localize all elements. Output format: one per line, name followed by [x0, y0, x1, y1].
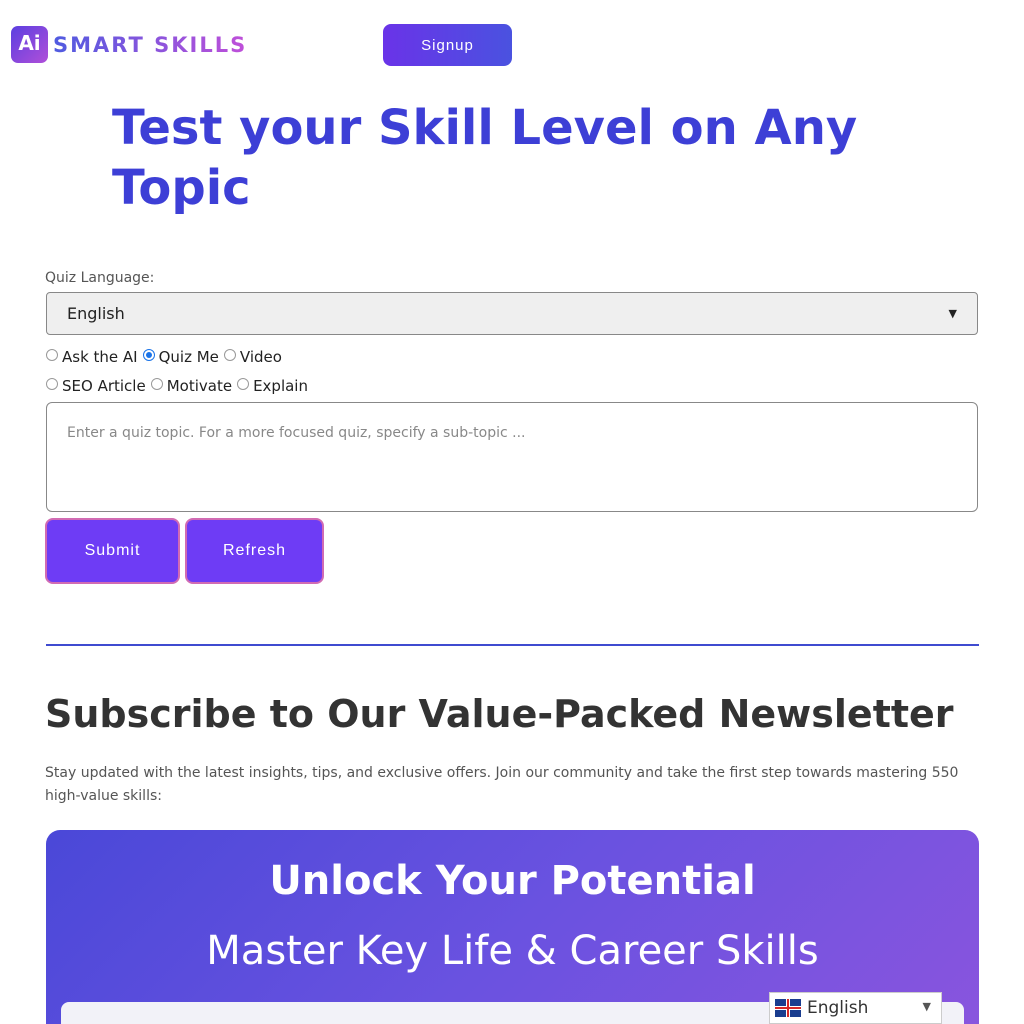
- mode-option-explain[interactable]: Explain: [237, 377, 308, 395]
- mode-label: Motivate: [166, 377, 233, 395]
- mode-option-video[interactable]: Video: [223, 348, 282, 366]
- signup-button[interactable]: Signup: [383, 24, 512, 66]
- quiz-language-value: English: [67, 304, 125, 323]
- site-logo[interactable]: Ai SMART SKILLS: [11, 26, 247, 63]
- chevron-down-icon: ▼: [922, 1000, 931, 1013]
- submit-button[interactable]: Submit: [45, 518, 180, 584]
- radio-button[interactable]: [46, 378, 58, 390]
- chevron-down-icon: ▼: [948, 307, 957, 320]
- quiz-language-label: Quiz Language:: [45, 270, 155, 286]
- radio-button[interactable]: [237, 378, 250, 390]
- promo-title: Unlock Your Potential: [46, 858, 979, 904]
- mode-radio-row-2: SEO Article Motivate Explain: [46, 377, 313, 395]
- radio-button[interactable]: [223, 349, 236, 361]
- mode-label: Quiz Me: [158, 348, 219, 366]
- promo-title-text: Unlock Your Potential: [269, 858, 756, 904]
- newsletter-description: Stay updated with the latest insights, t…: [45, 765, 959, 804]
- refresh-button[interactable]: Refresh: [185, 518, 324, 584]
- mode-radio-row-1: Ask the AI Quiz Me Video: [46, 348, 287, 366]
- logo-text: SMART SKILLS: [53, 32, 248, 57]
- quiz-language-select[interactable]: English ▼: [46, 292, 978, 335]
- mode-label: Ask the AI: [62, 348, 138, 366]
- quiz-topic-input[interactable]: Enter a quiz topic. For a more focused q…: [46, 402, 978, 512]
- section-divider: [46, 644, 979, 646]
- mode-label: SEO Article: [62, 377, 146, 395]
- mode-option-quiz-me[interactable]: Quiz Me: [142, 348, 219, 366]
- uk-flag-icon: [775, 999, 801, 1017]
- ai-logo-icon: Ai: [11, 26, 48, 63]
- mode-label: Video: [239, 348, 282, 366]
- radio-button-selected[interactable]: [142, 349, 155, 361]
- promo-subtitle: Master Key Life & Career Skills: [206, 928, 819, 974]
- newsletter-title: Subscribe to Our Value-Packed Newsletter: [45, 692, 954, 736]
- page-title: Test your Skill Level on Any Topic: [112, 100, 858, 216]
- mode-option-seo-article[interactable]: SEO Article: [46, 377, 146, 395]
- language-switcher-label: English: [807, 998, 869, 1018]
- radio-button[interactable]: [150, 378, 163, 390]
- mode-label: Explain: [253, 377, 308, 395]
- language-switcher[interactable]: English ▼: [769, 992, 942, 1024]
- mode-option-motivate[interactable]: Motivate: [150, 377, 233, 395]
- radio-button[interactable]: [46, 349, 58, 361]
- mode-option-ask-ai[interactable]: Ask the AI: [46, 348, 138, 366]
